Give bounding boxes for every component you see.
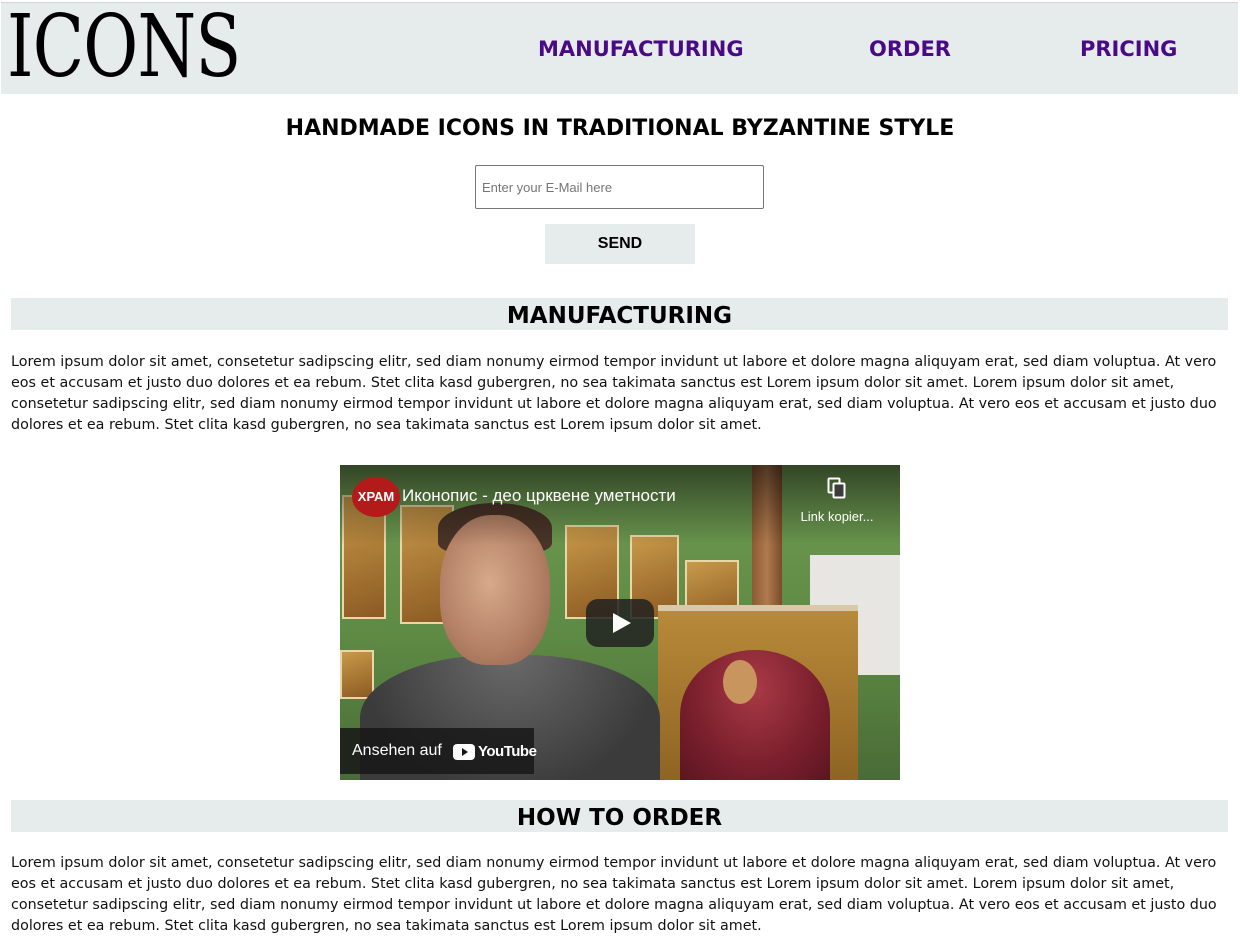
youtube-logo: YouTube <box>453 743 537 760</box>
play-icon <box>613 613 631 633</box>
nav-link-manufacturing[interactable]: MANUFACTURING <box>538 37 744 61</box>
site-header: ICONS MANUFACTURING ORDER PRICING <box>1 0 1238 95</box>
section-heading-bar: HOW TO ORDER <box>11 800 1228 832</box>
email-input[interactable] <box>475 165 764 209</box>
section-text-manufacturing: Lorem ipsum dolor sit amet, consetetur s… <box>11 354 1217 433</box>
send-button[interactable]: SEND <box>545 224 695 264</box>
section-heading-manufacturing: MANUFACTURING <box>506 303 733 329</box>
hero-title: HANDMADE ICONS IN TRADITIONAL BYZANTINE … <box>285 116 955 141</box>
nav-link-order[interactable]: ORDER <box>869 37 951 61</box>
watch-on-label: Ansehen auf <box>352 742 442 759</box>
section-heading-how-to-order: HOW TO ORDER <box>516 805 723 831</box>
video-embed[interactable]: ХРАМ Иконопис - део црквене уметности Li… <box>340 465 900 780</box>
play-button[interactable] <box>586 599 654 647</box>
section-heading-bar: MANUFACTURING <box>11 298 1228 330</box>
copy-icon <box>792 477 882 504</box>
site-logo[interactable]: ICONS <box>7 0 241 95</box>
section-text-how-to-order: Lorem ipsum dolor sit amet, consetetur s… <box>11 855 1217 934</box>
video-title[interactable]: Иконопис - део црквене уметности <box>402 486 676 506</box>
nav-link-pricing[interactable]: PRICING <box>1080 37 1177 61</box>
channel-logo[interactable]: ХРАМ <box>352 477 400 517</box>
copy-link-button[interactable]: Link kopier... <box>792 477 882 526</box>
copy-link-label: Link kopier... <box>800 509 874 524</box>
youtube-play-icon <box>453 743 475 760</box>
watch-on-youtube-button[interactable]: Ansehen auf YouTube <box>340 728 537 774</box>
